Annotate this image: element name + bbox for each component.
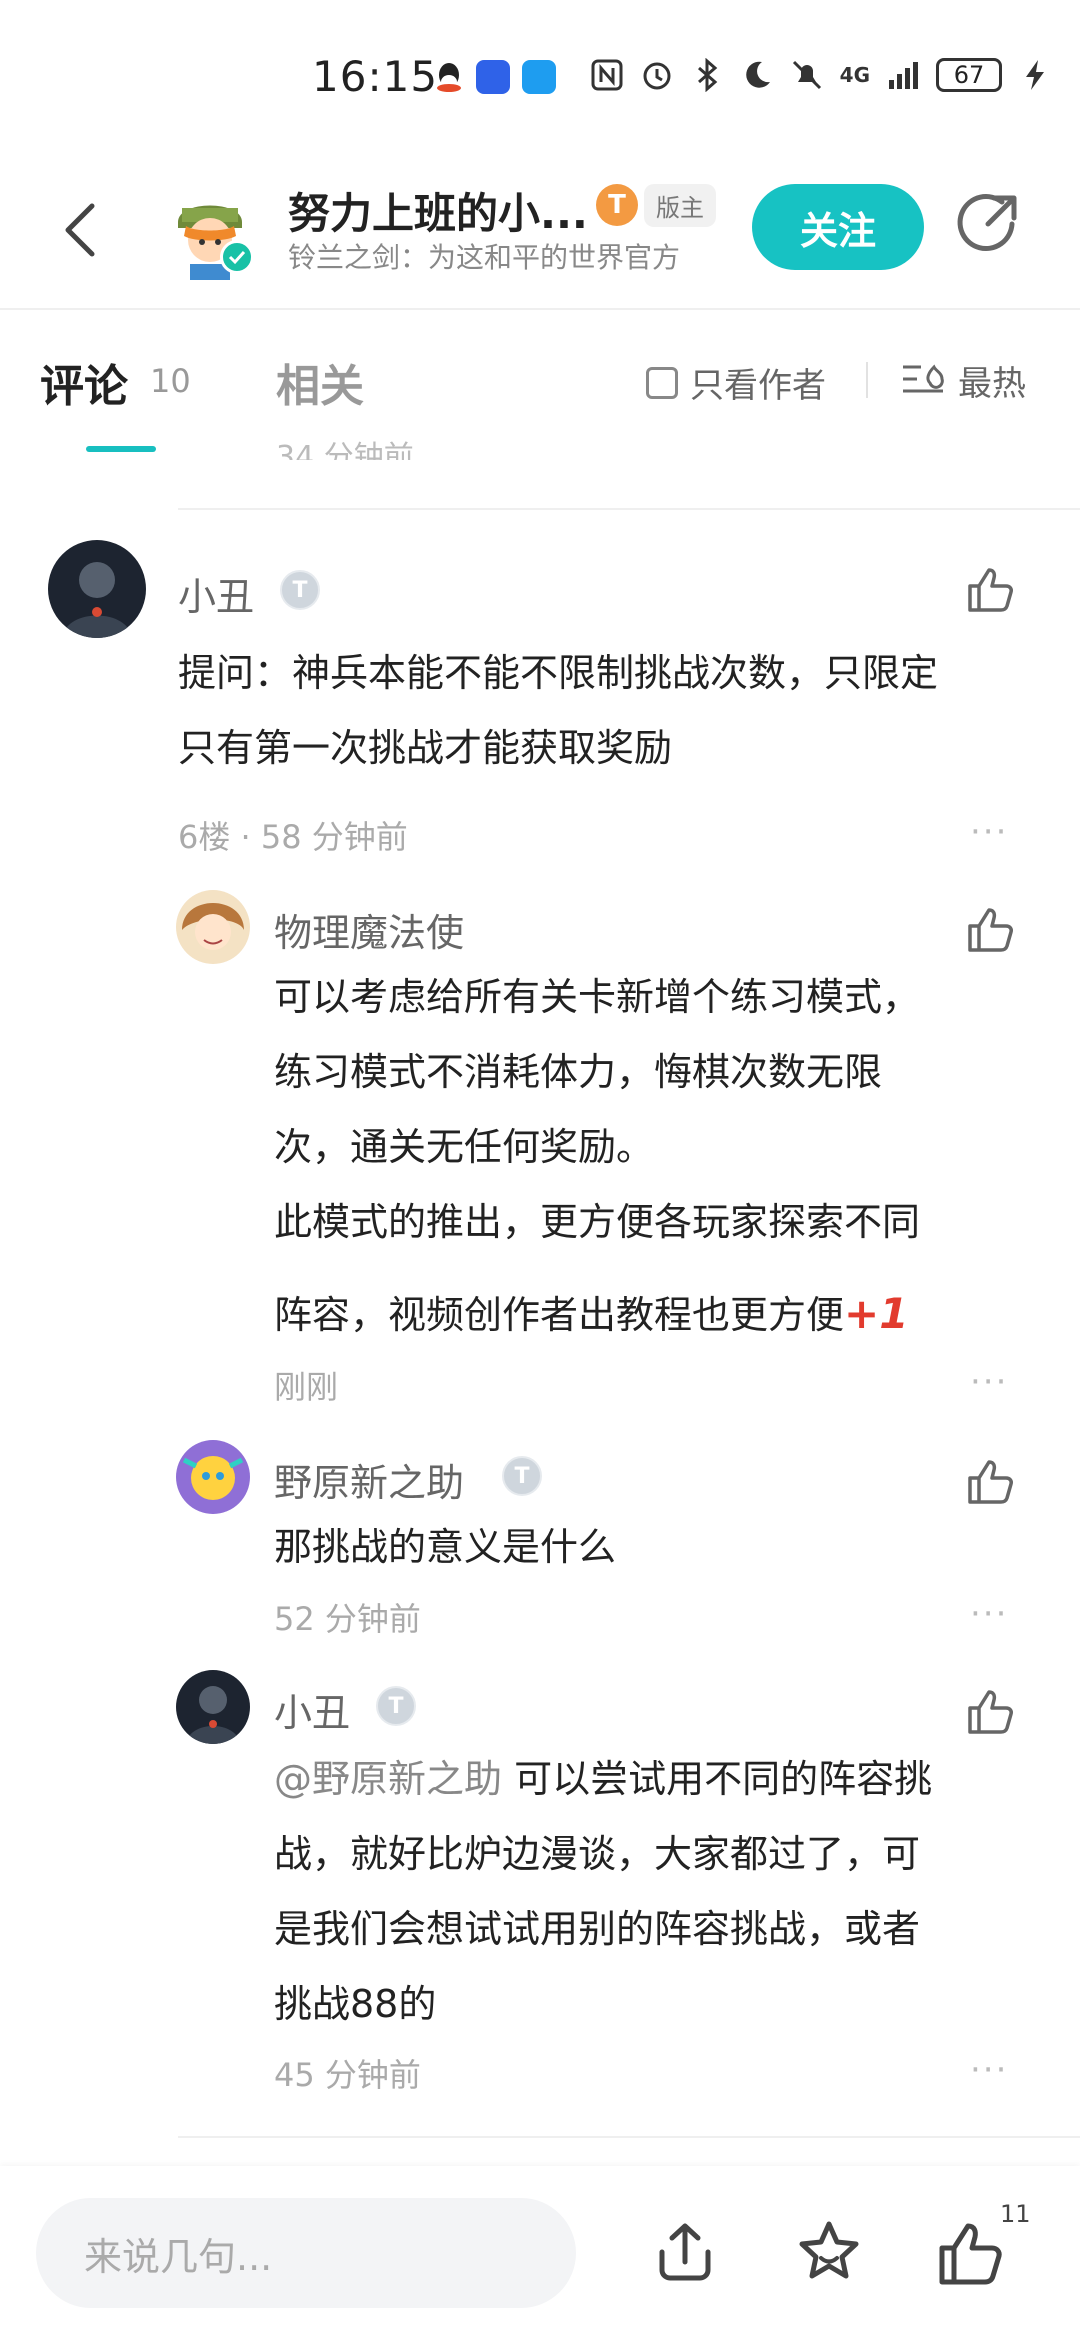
battery-indicator: 67 <box>936 58 1002 92</box>
user-level-badge: T <box>280 570 320 610</box>
user-level-badge: T <box>502 1456 542 1496</box>
like-icon[interactable] <box>966 564 1016 614</box>
back-icon[interactable] <box>58 198 104 262</box>
tab-separator <box>866 362 868 398</box>
author-only-toggle[interactable]: 只看作者 <box>646 358 826 407</box>
favorite-star-icon[interactable] <box>794 2218 864 2288</box>
qq-icon <box>432 60 466 94</box>
avatar[interactable] <box>48 540 146 638</box>
plus-one-emoji: +1 <box>844 1289 909 1338</box>
more-options[interactable]: ··· <box>970 2050 1008 2090</box>
status-indicators: 4G 67 <box>590 58 1052 92</box>
like-count: 11 <box>1000 2200 1031 2228</box>
sort-toggle[interactable]: 最热 <box>900 356 1026 405</box>
comment-divider <box>178 2136 1080 2138</box>
sort-label: 最热 <box>958 364 1026 404</box>
user-level-badge: T <box>376 1686 416 1726</box>
comment-text: 可以考虑给所有关卡新增个练习模式， 练习模式不消耗体力，悔棋次数无限 次，通关无… <box>274 960 1044 1353</box>
comments-count: 10 <box>150 362 191 400</box>
like-icon[interactable] <box>966 1456 1016 1506</box>
tab-comments[interactable]: 评论 <box>40 350 128 414</box>
author-only-label: 只看作者 <box>690 366 826 406</box>
avatar[interactable] <box>176 890 250 964</box>
status-time: 16:15 <box>312 52 439 101</box>
tab-related[interactable]: 相关 <box>276 350 364 414</box>
comment-text: @野原新之助 可以尝试用不同的阵容挑 战，就好比炉边漫谈，大家都过了，可 是我们… <box>274 1757 933 2026</box>
comment-text: 那挑战的意义是什么 <box>274 1525 617 1569</box>
comment-text: 提问：神兵本能不能不限制挑战次数，只限定 只有第一次挑战才能获取奖励 <box>178 651 939 770</box>
header-divider <box>0 308 1080 310</box>
like-icon[interactable] <box>966 904 1016 954</box>
like-icon[interactable] <box>936 2218 1006 2288</box>
bluetooth-icon <box>697 58 717 92</box>
comment-meta: 6楼 · 58 分钟前 <box>178 818 408 856</box>
share-icon[interactable] <box>954 188 1024 258</box>
follow-button[interactable]: 关注 <box>752 184 924 270</box>
comment-username[interactable]: 物理魔法使 <box>274 902 464 957</box>
signal-icon <box>889 62 918 89</box>
mute-icon <box>792 60 821 90</box>
network-label: 4G <box>839 63 870 87</box>
active-tab-indicator <box>86 446 156 452</box>
comment-divider <box>178 508 1080 510</box>
comment-username[interactable]: 小丑 <box>178 566 254 621</box>
alarm-icon <box>643 62 671 90</box>
author-subtitle: 铃兰之剑：为这和平的世界官方 <box>288 241 681 274</box>
comment-meta: 刚刚 <box>274 1368 339 1406</box>
previous-comment-time: 34 分钟前 <box>276 440 414 460</box>
bottom-action-bar: 来说几句... 11 <box>0 2166 1080 2340</box>
comment-meta: 52 分钟前 <box>274 1600 421 1638</box>
comment-meta: 45 分钟前 <box>274 2056 421 2094</box>
level-badge: T <box>596 184 638 226</box>
avatar[interactable] <box>176 1440 250 1514</box>
moderator-badge: 版主 <box>644 184 716 227</box>
charging-icon <box>1026 60 1044 90</box>
verified-icon <box>220 240 254 274</box>
avatar[interactable] <box>176 1670 250 1744</box>
mention-link[interactable]: @野原新之助 <box>274 1757 502 1801</box>
app-notification-icon <box>476 60 510 94</box>
moon-icon <box>745 61 770 88</box>
more-options[interactable]: ··· <box>970 812 1008 852</box>
comment-input[interactable]: 来说几句... <box>36 2198 576 2308</box>
like-icon[interactable] <box>966 1686 1016 1736</box>
message-notification-icon <box>522 60 556 94</box>
comment-username[interactable]: 野原新之助 <box>274 1452 464 1507</box>
checkbox-icon[interactable] <box>646 366 678 399</box>
author-name[interactable]: 努力上班的小... <box>288 180 588 241</box>
post-header: 努力上班的小... T 版主 铃兰之剑：为这和平的世界官方 关注 <box>0 170 1080 310</box>
sort-icon <box>903 363 944 392</box>
more-options[interactable]: ··· <box>970 1594 1008 1634</box>
more-options[interactable]: ··· <box>970 1362 1008 1402</box>
comment-username[interactable]: 小丑 <box>274 1682 350 1737</box>
share-upload-icon[interactable] <box>650 2218 720 2288</box>
nfc-icon <box>591 59 623 91</box>
